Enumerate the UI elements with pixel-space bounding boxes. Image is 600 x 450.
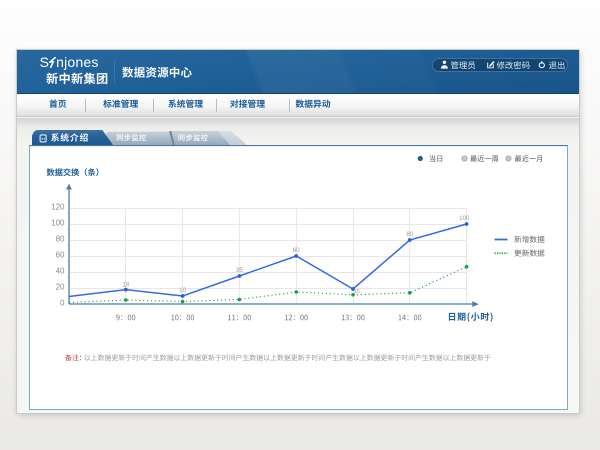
svg-text:18: 18 <box>122 281 129 288</box>
svg-text:80: 80 <box>406 231 413 238</box>
svg-text:40: 40 <box>56 266 65 275</box>
svg-text:80: 80 <box>56 234 65 243</box>
svg-text:100: 100 <box>51 218 65 227</box>
svg-text:35: 35 <box>236 267 243 274</box>
svg-text:10: 10 <box>179 287 186 294</box>
svg-text:60: 60 <box>293 247 300 254</box>
svg-text:120: 120 <box>51 202 65 211</box>
svg-text:15: 15 <box>354 289 360 295</box>
svg-text:0: 0 <box>60 298 65 307</box>
svg-text:20: 20 <box>56 282 65 291</box>
svg-text:100: 100 <box>459 215 470 222</box>
svg-text:60: 60 <box>56 250 65 259</box>
